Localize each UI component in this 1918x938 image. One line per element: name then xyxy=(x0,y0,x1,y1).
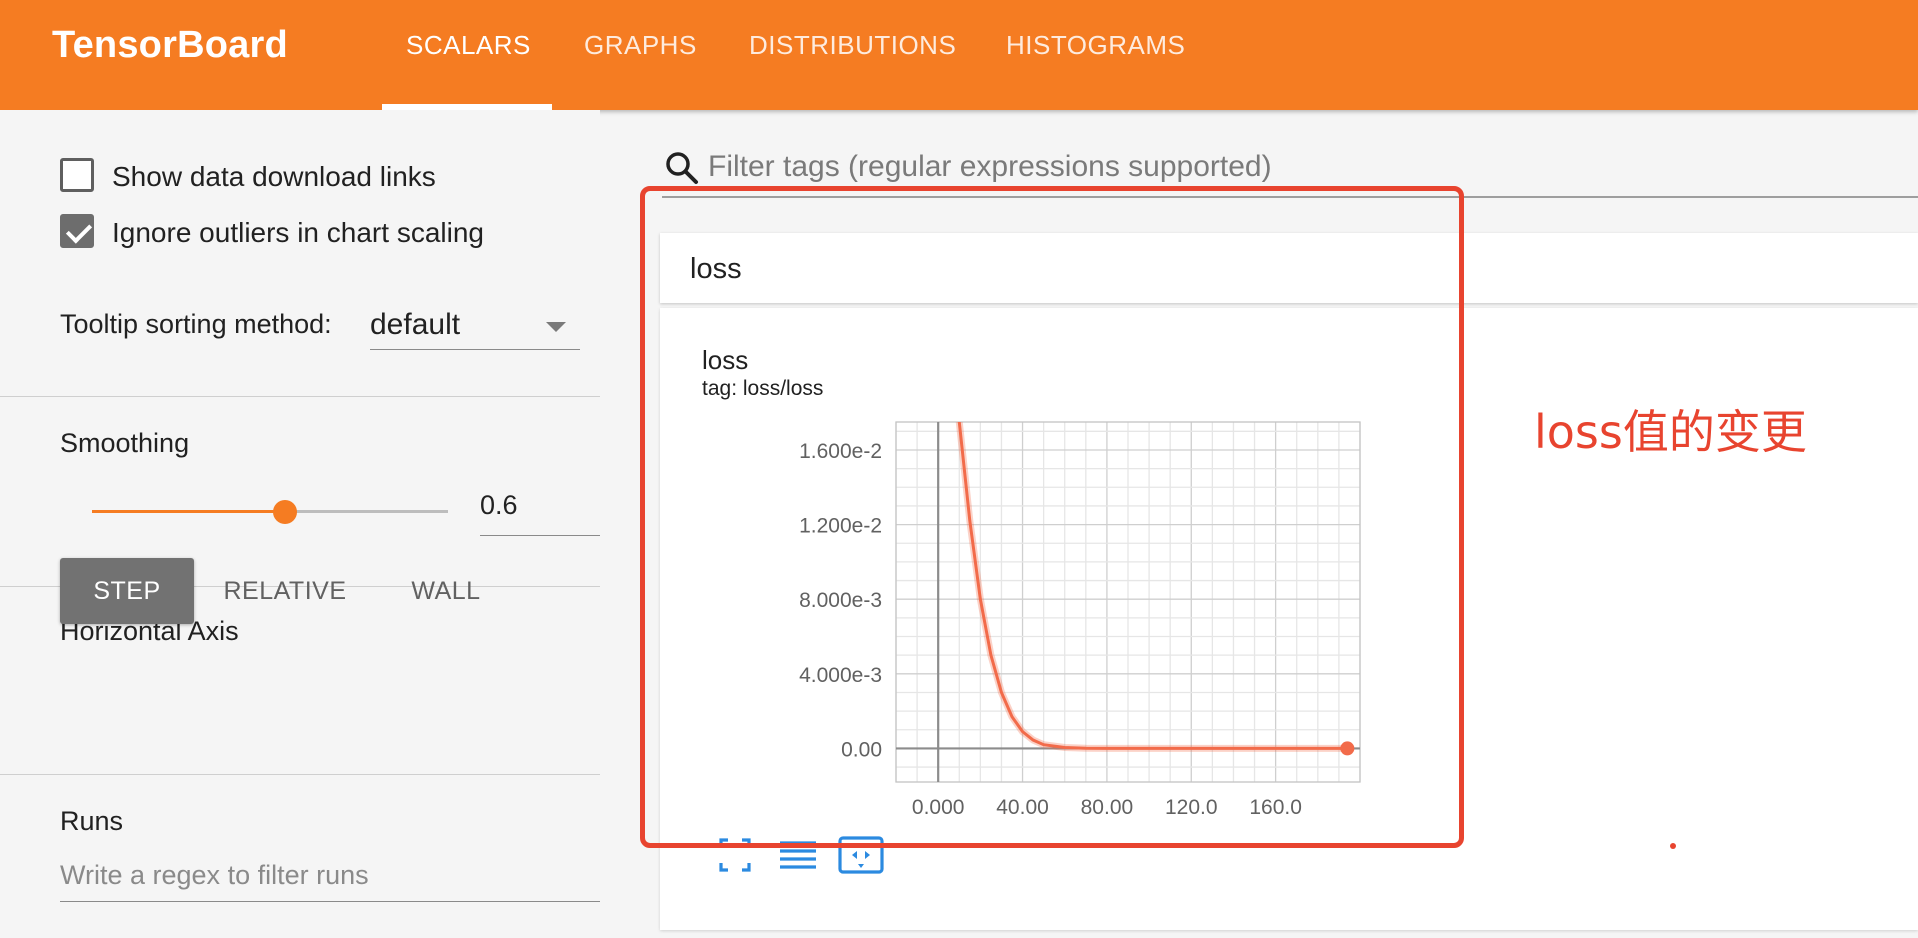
show-download-links-checkbox[interactable] xyxy=(60,158,94,192)
tooltip-sorting-label: Tooltip sorting method: xyxy=(60,309,332,339)
axis-wall-button[interactable]: WALL xyxy=(396,558,496,624)
runs-filter-placeholder: Write a regex to filter runs xyxy=(60,860,369,890)
annotation-dot xyxy=(1670,843,1676,849)
ignore-outliers-label: Ignore outliers in chart scaling xyxy=(112,217,484,248)
runs-filter-input[interactable]: Write a regex to filter runs xyxy=(60,850,600,902)
search-icon xyxy=(666,152,698,184)
smoothing-heading: Smoothing xyxy=(60,428,190,458)
tab-histograms[interactable]: HISTOGRAMS xyxy=(1006,30,1185,61)
chevron-down-icon xyxy=(546,322,566,332)
tooltip-sorting-select[interactable]: default xyxy=(370,300,580,350)
sidebar-divider xyxy=(0,396,600,397)
show-download-links-label: Show data download links xyxy=(112,161,436,192)
axis-relative-button[interactable]: RELATIVE xyxy=(210,558,360,624)
smoothing-value-input[interactable]: 0.6 xyxy=(480,480,600,536)
ignore-outliers-checkbox[interactable] xyxy=(60,214,94,248)
tooltip-sorting-value: default xyxy=(370,308,461,341)
axis-step-button[interactable]: STEP xyxy=(60,558,194,624)
smoothing-value: 0.6 xyxy=(480,490,518,520)
sidebar-divider xyxy=(0,774,600,775)
top-app-bar: TensorBoard SCALARS GRAPHS DISTRIBUTIONS… xyxy=(0,0,1918,110)
sidebar: Show data download links Ignore outliers… xyxy=(0,110,600,938)
tab-graphs[interactable]: GRAPHS xyxy=(584,30,697,61)
smoothing-slider-fill xyxy=(92,510,286,513)
runs-heading: Runs xyxy=(60,806,124,836)
tab-distributions[interactable]: DISTRIBUTIONS xyxy=(749,30,956,61)
tab-scalars[interactable]: SCALARS xyxy=(406,30,531,61)
annotation-label: loss值的变更 xyxy=(1534,405,1807,459)
smoothing-slider-handle[interactable] xyxy=(273,500,298,524)
app-title: TensorBoard xyxy=(52,24,288,66)
annotation-highlight-box xyxy=(640,186,1464,848)
tag-filter-input[interactable]: Filter tags (regular expressions support… xyxy=(708,150,1272,184)
